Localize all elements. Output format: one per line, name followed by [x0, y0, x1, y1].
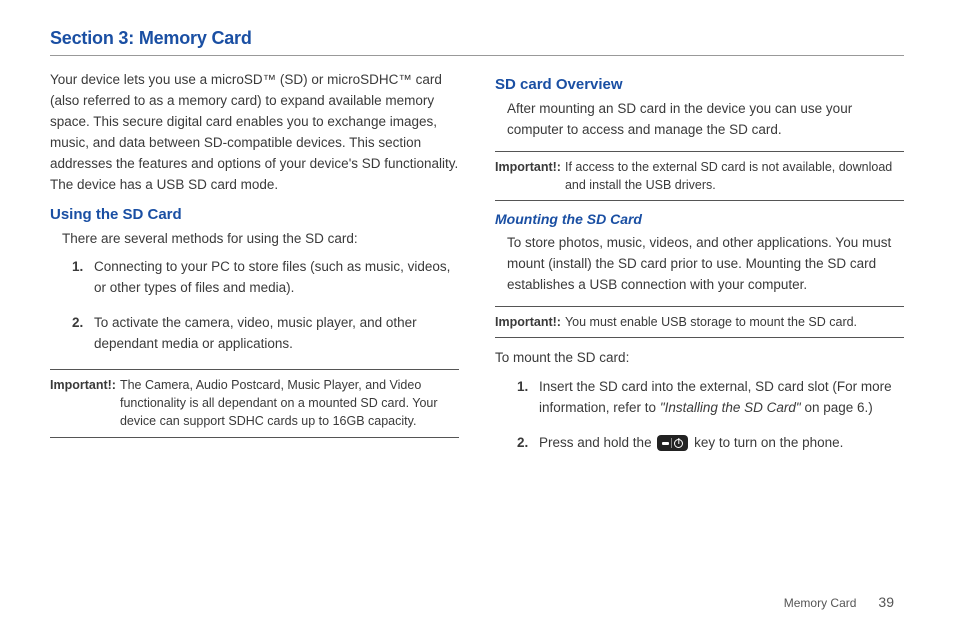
important-note: Important!: You must enable USB storage …: [495, 306, 904, 338]
footer-section-label: Memory Card: [784, 596, 857, 610]
important-text: You must enable USB storage to mount the…: [565, 313, 857, 331]
mount-intro: To mount the SD card:: [495, 348, 904, 369]
mounting-text: To store photos, music, videos, and othe…: [495, 233, 904, 296]
list-item: 1. Insert the SD card into the external,…: [517, 377, 904, 419]
important-text: If access to the external SD card is not…: [565, 158, 904, 194]
text-part: Press and hold the: [539, 435, 655, 450]
mount-sd-list: 1. Insert the SD card into the external,…: [495, 377, 904, 454]
important-label: Important!:: [50, 376, 120, 430]
list-text: To activate the camera, video, music pla…: [94, 315, 417, 351]
important-label: Important!:: [495, 313, 565, 331]
list-number: 2.: [517, 433, 528, 454]
intro-paragraph: Your device lets you use a microSD™ (SD)…: [50, 70, 459, 196]
page-footer: Memory Card 39: [784, 594, 894, 610]
using-sd-heading: Using the SD Card: [50, 206, 459, 223]
important-note: Important!: The Camera, Audio Postcard, …: [50, 369, 459, 437]
list-item: 1. Connecting to your PC to store files (…: [72, 257, 459, 299]
important-text: The Camera, Audio Postcard, Music Player…: [120, 376, 459, 430]
important-note: Important!: If access to the external SD…: [495, 151, 904, 201]
list-text: Insert the SD card into the external, SD…: [539, 379, 892, 415]
cross-reference: "Installing the SD Card": [660, 400, 801, 415]
list-number: 1.: [72, 257, 83, 278]
list-number: 1.: [517, 377, 528, 398]
list-item: 2. To activate the camera, video, music p…: [72, 313, 459, 355]
two-column-layout: Your device lets you use a microSD™ (SD)…: [50, 70, 904, 468]
important-label: Important!:: [495, 158, 565, 194]
using-intro: There are several methods for using the …: [50, 229, 459, 250]
sd-overview-heading: SD card Overview: [495, 76, 904, 93]
page-number: 39: [878, 594, 894, 610]
mounting-heading: Mounting the SD Card: [495, 211, 904, 227]
left-column: Your device lets you use a microSD™ (SD)…: [50, 70, 459, 468]
using-sd-list: 1. Connecting to your PC to store files (…: [50, 257, 459, 355]
list-item: 2. Press and hold the key to turn on the…: [517, 433, 904, 454]
right-column: SD card Overview After mounting an SD ca…: [495, 70, 904, 468]
list-text: Connecting to your PC to store files (su…: [94, 259, 450, 295]
overview-text: After mounting an SD card in the device …: [495, 99, 904, 141]
list-number: 2.: [72, 313, 83, 334]
section-title: Section 3: Memory Card: [50, 28, 904, 56]
text-part: on page 6.): [801, 400, 873, 415]
list-text: Press and hold the key to turn on the ph…: [539, 435, 843, 450]
power-key-icon: [657, 435, 688, 451]
text-part: key to turn on the phone.: [690, 435, 843, 450]
